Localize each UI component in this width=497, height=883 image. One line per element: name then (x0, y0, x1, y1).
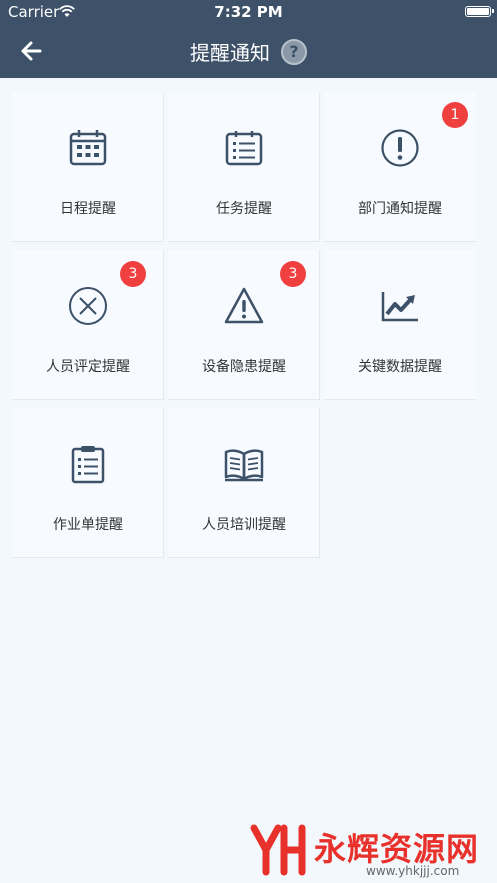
notification-badge: 3 (280, 261, 306, 287)
watermark-url: www.yhkjjj.com (366, 864, 460, 878)
watermark: 永辉资源网 www.yhkjjj.com (250, 820, 480, 880)
clipboard-icon (71, 446, 105, 484)
x-circle-icon (69, 287, 107, 325)
notification-badge: 1 (442, 102, 468, 128)
nav-bar: 提醒通知 ? (0, 24, 497, 78)
page-title: 提醒通知 (189, 41, 270, 65)
title-wrap: 提醒通知 ? (0, 37, 497, 66)
grid-item-label: 人员培训提醒 (202, 517, 286, 533)
grid-item-label: 设备隐患提醒 (202, 359, 286, 375)
grid-item-schedule[interactable]: 日程提醒 (12, 92, 164, 242)
status-bar: Carrier 7:32 PM (0, 0, 497, 24)
battery-icon (465, 6, 494, 17)
task-list-icon (225, 131, 263, 166)
grid-item-key-data[interactable]: 关键数据提醒 (324, 250, 476, 400)
grid-item-label: 关键数据提醒 (358, 359, 442, 375)
grid-item-personnel-training[interactable]: 人员培训提醒 (168, 408, 320, 558)
status-time: 7:32 PM (214, 3, 283, 21)
open-book-icon (224, 449, 264, 482)
grid-item-work-order[interactable]: 作业单提醒 (12, 408, 164, 558)
grid-item-label: 部门通知提醒 (358, 201, 442, 217)
warning-triangle-icon (224, 287, 264, 324)
grid-item-label: 人员评定提醒 (46, 359, 130, 375)
line-chart-icon (381, 292, 418, 322)
grid-item-label: 日程提醒 (60, 201, 116, 217)
grid-item-task[interactable]: 任务提醒 (168, 92, 320, 242)
grid-item-label: 作业单提醒 (53, 517, 123, 533)
exclamation-circle-icon (381, 129, 419, 167)
notification-badge: 3 (120, 261, 146, 287)
yh-logo-icon (250, 824, 306, 876)
help-icon[interactable]: ? (281, 38, 308, 65)
calendar-icon (69, 130, 107, 166)
grid-item-label: 任务提醒 (216, 201, 272, 217)
